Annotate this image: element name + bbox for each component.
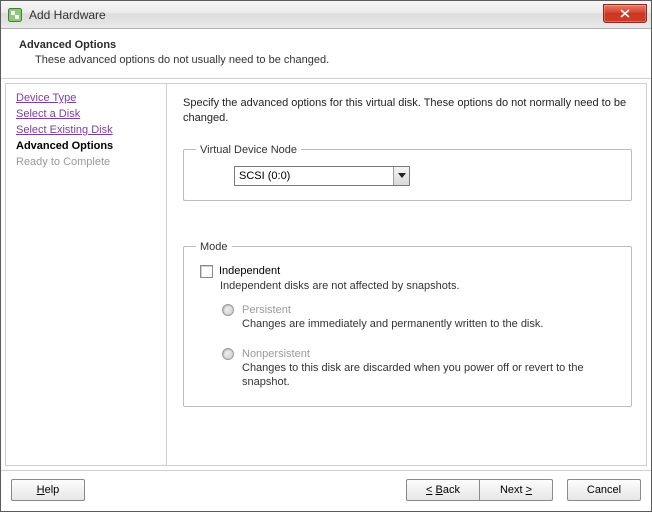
step-select-disk[interactable]: Select a Disk (16, 108, 156, 120)
step-advanced-options: Advanced Options (16, 140, 156, 152)
independent-checkbox[interactable] (200, 265, 213, 278)
virtual-device-node-select[interactable]: SCSI (0:0) (234, 166, 410, 186)
steps-sidebar: Device Type Select a Disk Select Existin… (5, 83, 167, 466)
nonpersistent-label: Nonpersistent (242, 348, 310, 360)
dropdown-arrow-icon (393, 167, 409, 185)
add-hardware-window: Add Hardware Advanced Options These adva… (0, 0, 652, 512)
nonpersistent-radio (222, 348, 234, 360)
next-button[interactable]: Next > (479, 479, 553, 501)
app-icon (7, 7, 23, 23)
vdn-legend: Virtual Device Node (196, 144, 301, 156)
persistent-desc: Changes are immediately and permanently … (242, 317, 615, 332)
vdn-value: SCSI (0:0) (239, 170, 290, 182)
help-text: elp (45, 484, 60, 496)
main-panel: Specify the advanced options for this vi… (167, 83, 647, 466)
virtual-device-node-group: Virtual Device Node SCSI (0:0) (183, 144, 632, 201)
close-icon (620, 9, 630, 18)
wizard-footer: Help < Back Next > Cancel (1, 470, 651, 511)
persistent-radio (222, 304, 234, 316)
titlebar: Add Hardware (1, 1, 651, 29)
independent-label: Independent (219, 265, 280, 277)
back-button[interactable]: < Back (406, 479, 480, 501)
mode-legend: Mode (196, 241, 232, 253)
page-subtitle: These advanced options do not usually ne… (19, 54, 633, 66)
wizard-header: Advanced Options These advanced options … (1, 29, 651, 79)
nonpersistent-desc: Changes to this disk are discarded when … (242, 361, 615, 391)
intro-text: Specify the advanced options for this vi… (183, 96, 632, 126)
persistent-label: Persistent (242, 304, 291, 316)
cancel-button[interactable]: Cancel (567, 479, 641, 501)
step-select-existing-disk[interactable]: Select Existing Disk (16, 124, 156, 136)
close-button[interactable] (603, 4, 647, 23)
window-title: Add Hardware (29, 8, 106, 22)
step-ready-to-complete: Ready to Complete (16, 156, 156, 168)
mode-group: Mode Independent Independent disks are n… (183, 241, 632, 408)
page-title: Advanced Options (19, 39, 633, 51)
help-button[interactable]: Help (11, 479, 85, 501)
step-device-type[interactable]: Device Type (16, 92, 156, 104)
wizard-body: Device Type Select a Disk Select Existin… (1, 79, 651, 470)
independent-desc: Independent disks are not affected by sn… (220, 280, 615, 292)
